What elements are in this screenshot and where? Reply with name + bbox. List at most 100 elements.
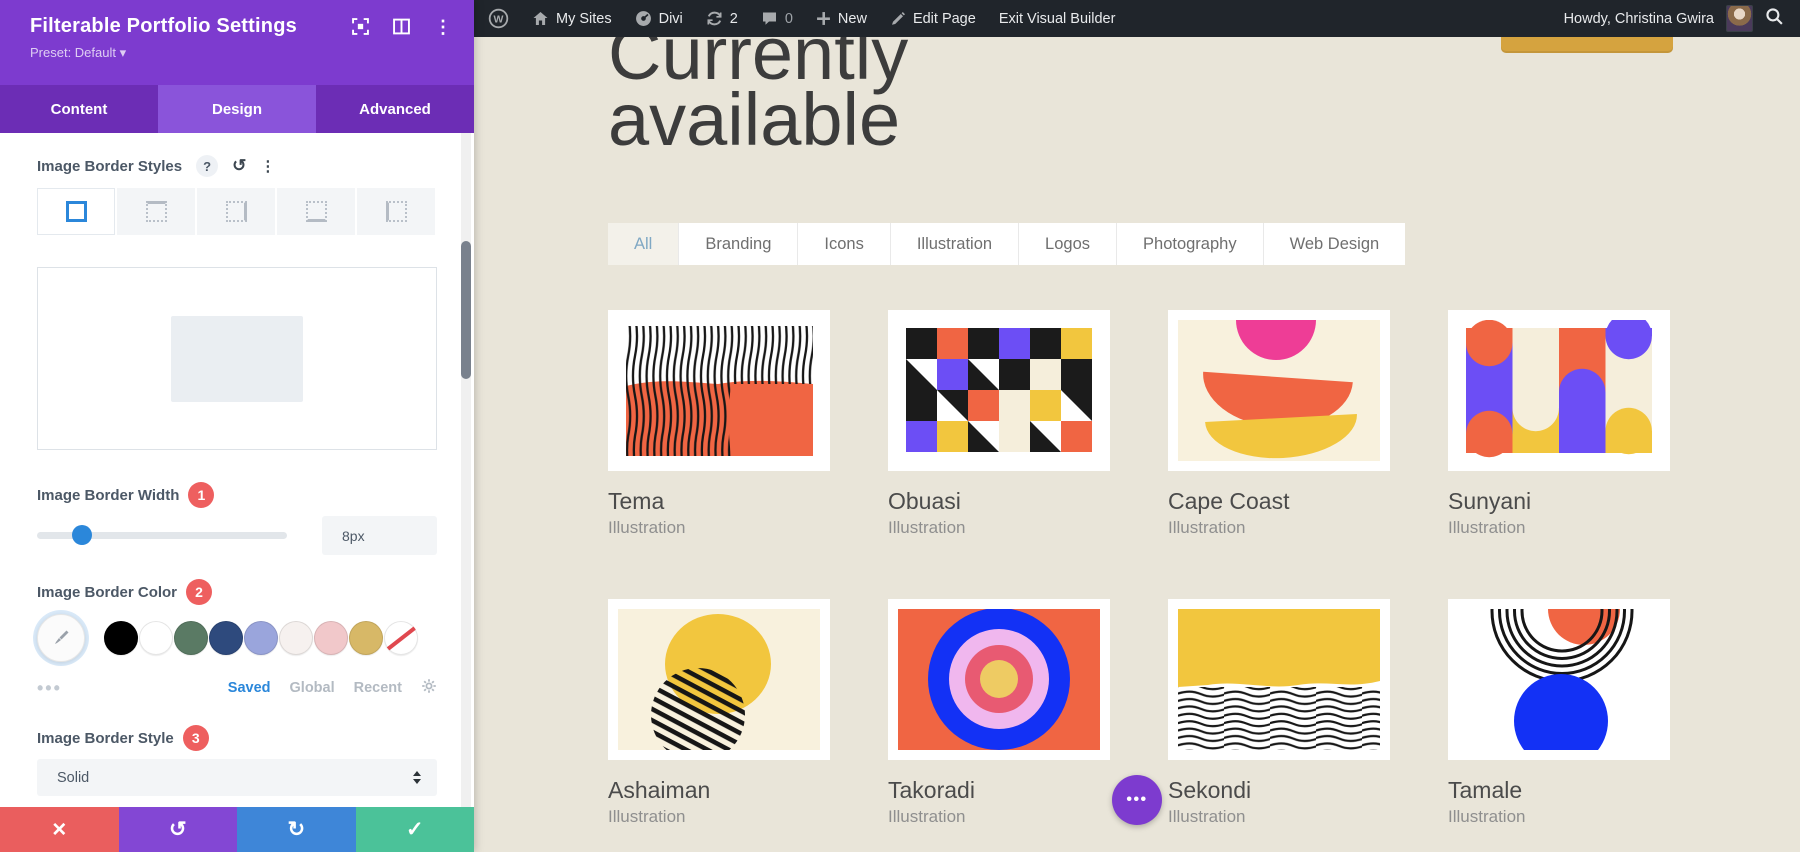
module-options-button[interactable]: •••: [1112, 775, 1162, 825]
portfolio-thumbnail-tamale[interactable]: [1448, 599, 1670, 760]
portfolio-title[interactable]: Sekondi: [1168, 776, 1390, 804]
color-swatch-gold[interactable]: [349, 621, 383, 655]
my-sites-label: My Sites: [556, 11, 612, 27]
snap-panel-icon[interactable]: [352, 18, 369, 35]
portfolio-item-ashaiman: Ashaiman Illustration: [608, 599, 830, 827]
border-all-sides-button[interactable]: [37, 188, 115, 235]
portfolio-thumbnail-obuasi[interactable]: [888, 310, 1110, 471]
border-bottom-button[interactable]: [277, 188, 355, 235]
panel-scrollbar-track[interactable]: [461, 133, 471, 807]
color-swatch-transparent[interactable]: [384, 621, 418, 655]
portfolio-item-cape-coast: Cape Coast Illustration: [1168, 310, 1390, 538]
preset-selector[interactable]: Preset: Default ▾: [30, 45, 456, 61]
redo-button[interactable]: ↻: [237, 807, 356, 852]
portfolio-thumbnail-sekondi[interactable]: [1168, 599, 1390, 760]
save-button[interactable]: ✓: [356, 807, 475, 852]
slider-handle[interactable]: [72, 525, 92, 545]
filter-tab-illustration[interactable]: Illustration: [891, 223, 1019, 265]
portfolio-title[interactable]: Tamale: [1448, 776, 1670, 804]
settings-panel-header: Filterable Portfolio Settings Preset: De…: [0, 0, 474, 85]
global-colors-link[interactable]: Global: [290, 680, 335, 696]
portfolio-title[interactable]: Ashaiman: [608, 776, 830, 804]
page-canvas: Currently available All Branding Icons I…: [474, 0, 1800, 852]
portfolio-item-tema: Tema Illustration: [608, 310, 830, 538]
edit-page-menu[interactable]: Edit Page: [890, 11, 976, 27]
image-border-style-label: Image Border Style: [37, 730, 174, 747]
portfolio-title[interactable]: Cape Coast: [1168, 487, 1390, 515]
new-content-menu[interactable]: New: [816, 11, 867, 27]
undo-button[interactable]: ↺: [119, 807, 238, 852]
recent-colors-link[interactable]: Recent: [354, 680, 402, 696]
eyedropper-button[interactable]: [37, 614, 85, 662]
filter-tab-web-design[interactable]: Web Design: [1264, 223, 1406, 265]
border-left-button[interactable]: [357, 188, 435, 235]
border-all-icon: [66, 201, 87, 222]
portfolio-category[interactable]: Illustration: [1448, 807, 1670, 827]
comments-menu[interactable]: 0: [761, 11, 793, 27]
portfolio-category[interactable]: Illustration: [1168, 518, 1390, 538]
search-icon[interactable]: [1765, 7, 1784, 30]
portfolio-title[interactable]: Sunyani: [1448, 487, 1670, 515]
portfolio-category[interactable]: Illustration: [888, 518, 1110, 538]
tab-content[interactable]: Content: [0, 85, 158, 133]
portfolio-thumbnail-tema[interactable]: [608, 310, 830, 471]
portfolio-category[interactable]: Illustration: [888, 807, 1110, 827]
reset-icon[interactable]: ↺: [232, 156, 246, 176]
divi-menu[interactable]: Divi: [635, 10, 683, 27]
filter-tab-branding[interactable]: Branding: [679, 223, 798, 265]
help-icon[interactable]: ?: [196, 155, 218, 177]
portfolio-category[interactable]: Illustration: [1168, 807, 1390, 827]
portfolio-title[interactable]: Takoradi: [888, 776, 1110, 804]
color-swatch-green[interactable]: [174, 621, 208, 655]
portfolio-category[interactable]: Illustration: [608, 807, 830, 827]
portfolio-thumbnail-ashaiman[interactable]: [608, 599, 830, 760]
panel-scrollbar-thumb[interactable]: [461, 241, 471, 379]
border-width-slider[interactable]: [37, 532, 287, 539]
filter-tab-photography[interactable]: Photography: [1117, 223, 1264, 265]
filter-tab-icons[interactable]: Icons: [798, 223, 890, 265]
color-swatch-periwinkle[interactable]: [244, 621, 278, 655]
portfolio-thumbnail-cape-coast[interactable]: [1168, 310, 1390, 471]
updates-menu[interactable]: 2: [706, 10, 738, 27]
portfolio-title[interactable]: Tema: [608, 487, 830, 515]
color-swatch-white[interactable]: [139, 621, 173, 655]
saved-colors-link[interactable]: Saved: [228, 680, 271, 696]
color-swatch-offwhite[interactable]: [279, 621, 313, 655]
border-right-button[interactable]: [197, 188, 275, 235]
more-swatches-icon[interactable]: •••: [37, 678, 62, 699]
border-preview-box: [37, 267, 437, 450]
portfolio-thumbnail-sunyani[interactable]: [1448, 310, 1670, 471]
color-swatch-navy[interactable]: [209, 621, 243, 655]
border-preview-image: [171, 316, 303, 402]
exit-visual-builder[interactable]: Exit Visual Builder: [999, 11, 1116, 27]
image-border-color-label: Image Border Color: [37, 584, 177, 601]
border-width-input[interactable]: 8px: [322, 516, 437, 555]
filter-tab-all[interactable]: All: [608, 223, 679, 265]
color-swatch-pink[interactable]: [314, 621, 348, 655]
discard-button[interactable]: ×: [0, 807, 119, 852]
option-menu-icon[interactable]: ⋮: [260, 163, 275, 170]
split-view-icon[interactable]: [393, 18, 410, 35]
border-top-button[interactable]: [117, 188, 195, 235]
my-sites-menu[interactable]: My Sites: [532, 11, 612, 27]
portfolio-thumbnail-takoradi[interactable]: [888, 599, 1110, 760]
portfolio-category[interactable]: Illustration: [1448, 518, 1670, 538]
border-style-value: Solid: [57, 770, 89, 786]
color-settings-gear-icon[interactable]: [421, 678, 437, 698]
tab-advanced[interactable]: Advanced: [316, 85, 474, 133]
updates-count: 2: [730, 11, 738, 27]
comments-count: 0: [785, 11, 793, 27]
border-style-select[interactable]: Solid: [37, 759, 437, 796]
tab-design[interactable]: Design: [158, 85, 316, 133]
howdy-label[interactable]: Howdy, Christina Gwira: [1564, 11, 1714, 27]
user-avatar[interactable]: [1726, 5, 1753, 32]
portfolio-title[interactable]: Obuasi: [888, 487, 1110, 515]
filter-tab-logos[interactable]: Logos: [1019, 223, 1117, 265]
panel-menu-icon[interactable]: ⋮: [434, 19, 452, 35]
wordpress-logo-icon[interactable]: W: [488, 8, 509, 29]
settings-panel-body: Image Border Styles ? ↺ ⋮ Image Border W…: [0, 133, 474, 807]
color-swatch-black[interactable]: [104, 621, 138, 655]
portfolio-category[interactable]: Illustration: [608, 518, 830, 538]
step-badge-2: 2: [186, 579, 212, 605]
comments-icon: [761, 11, 778, 27]
